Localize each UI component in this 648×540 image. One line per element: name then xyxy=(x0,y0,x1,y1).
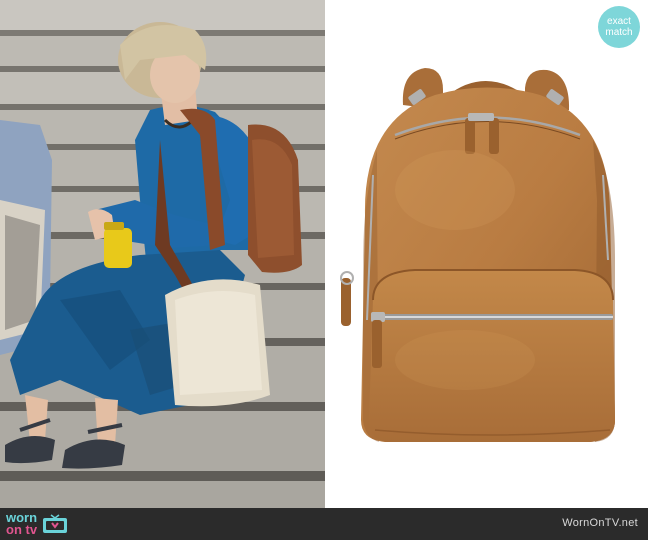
badge-line-1: exact xyxy=(607,16,631,27)
exact-match-badge: exact match xyxy=(598,6,640,48)
badge-line-2: match xyxy=(605,27,633,38)
footer-bar: worn on tv WornOnTV.net xyxy=(0,508,648,540)
site-name[interactable]: WornOnTV.net xyxy=(562,517,638,529)
tv-icon xyxy=(43,514,68,533)
worn-on-tv-logo[interactable]: worn on tv xyxy=(6,511,69,537)
scene-photo xyxy=(0,0,325,508)
scene-illustration xyxy=(0,0,325,508)
backpack-image xyxy=(340,68,615,442)
product-image-area xyxy=(325,0,648,508)
logo-bottom: on tv xyxy=(6,522,38,537)
logo-text: worn on tv xyxy=(6,511,38,537)
